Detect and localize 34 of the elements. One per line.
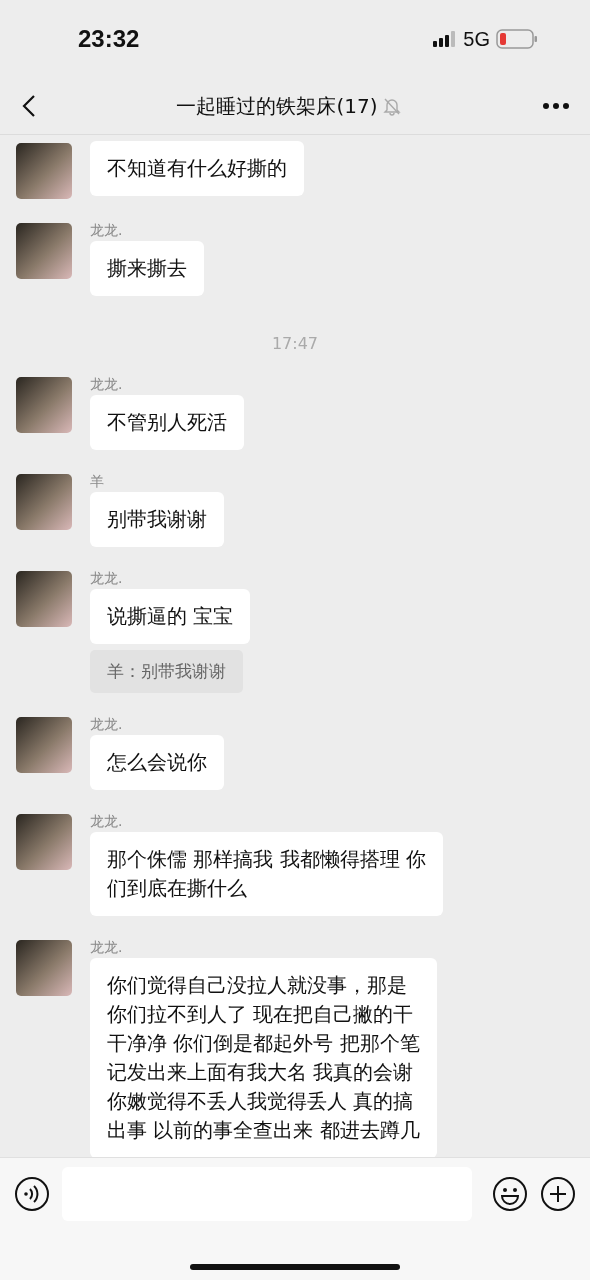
sender-name: 龙龙. <box>90 812 123 830</box>
sender-name: 龙龙. <box>90 715 123 733</box>
emoji-button[interactable] <box>492 1176 528 1212</box>
avatar-photo-placeholder <box>16 474 72 530</box>
avatar-photo-placeholder <box>16 223 72 279</box>
avatar-photo-placeholder <box>16 571 72 627</box>
signal-icon <box>433 31 458 47</box>
more-icon[interactable] <box>542 102 570 110</box>
message-bubble: 别带我谢谢 <box>90 492 224 547</box>
battery-icon <box>496 29 538 49</box>
avatar-photo-placeholder <box>16 940 72 996</box>
add-button[interactable] <box>540 1176 576 1212</box>
message-bubble: 怎么会说你 <box>90 735 224 790</box>
voice-button[interactable] <box>14 1176 50 1212</box>
message-bubble: 不知道有什么好撕的 <box>90 141 304 196</box>
avatar-photo-placeholder <box>16 814 72 870</box>
chat-title: 一起睡过的铁架床(17) <box>176 92 378 120</box>
message-bubble: 不管别人死活 <box>90 395 244 450</box>
sender-name: 龙龙. <box>90 569 123 587</box>
sender-name: 龙龙. <box>90 938 123 956</box>
avatar-photo-placeholder <box>16 143 72 199</box>
quoted-message: 羊：别带我谢谢 <box>90 650 243 693</box>
avatar-photo-placeholder <box>16 717 72 773</box>
clock: 23:32 <box>78 25 140 53</box>
network-label: 5G <box>463 27 490 51</box>
message-bubble: 撕来撕去 <box>90 241 204 296</box>
message-bubble: 你们觉得自己没拉人就没事，那是 你们拉不到人了 现在把自己撇的干 干净净 你们倒是都起外号 把那个笔 记发出来上面有我大名 我真的会谢 你嫩觉得不丢人我觉得丢人 真的搞 出事 以前的事全查出来 都进去蹲几 <box>90 958 437 1157</box>
sender-name: 龙龙. <box>90 221 123 239</box>
message-bubble: 说撕逼的 宝宝 <box>90 589 251 644</box>
avatar-photo-placeholder <box>16 377 72 433</box>
timestamp: 17:47 <box>270 334 320 353</box>
sender-name: 龙龙. <box>90 375 123 393</box>
sender-name: 羊 <box>90 472 104 490</box>
message-bubble: 那个侏儒 那样搞我 我都懒得搭理 你 们到底在撕什么 <box>90 832 444 916</box>
